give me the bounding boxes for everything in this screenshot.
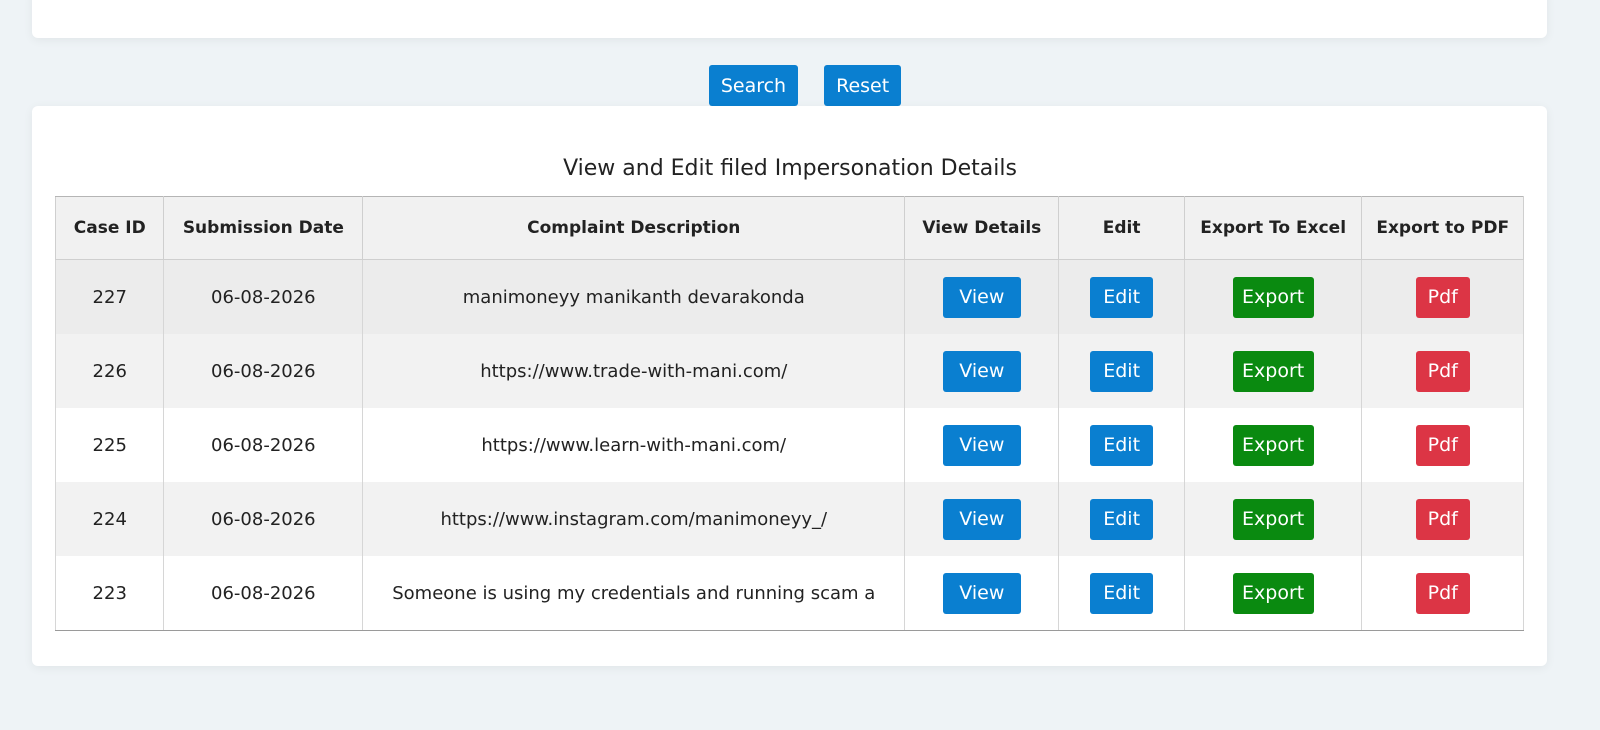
view-cell: View	[904, 334, 1060, 408]
view-button[interactable]: View	[942, 276, 1021, 318]
edit-cell: Edit	[1058, 259, 1185, 334]
table-row: 226 06-08-2026 https://www.trade-with-ma…	[54, 334, 1524, 408]
export-cell: Export	[1183, 482, 1363, 556]
pdf-cell: Pdf	[1361, 482, 1524, 556]
export-cell: Export	[1183, 334, 1363, 408]
description-cell: manimoneyy manikanth devarakonda	[362, 259, 906, 334]
edit-cell: Edit	[1058, 334, 1185, 408]
table-row: 225 06-08-2026 https://www.learn-with-ma…	[54, 408, 1524, 482]
export-pdf-button[interactable]: Pdf	[1415, 424, 1470, 466]
header-view-details: View Details	[904, 196, 1060, 260]
export-excel-button[interactable]: Export	[1232, 276, 1314, 318]
view-cell: View	[904, 408, 1060, 482]
submission-date-cell: 06-08-2026	[163, 556, 364, 631]
header-complaint-description: Complaint Description	[362, 196, 906, 260]
view-button[interactable]: View	[942, 424, 1021, 466]
export-cell: Export	[1183, 408, 1363, 482]
reset-button[interactable]: Reset	[824, 65, 902, 106]
view-button[interactable]: View	[942, 350, 1021, 392]
export-excel-button[interactable]: Export	[1232, 498, 1314, 540]
edit-button[interactable]: Edit	[1090, 424, 1154, 466]
case-id-cell: 224	[54, 482, 165, 556]
submission-date-cell: 06-08-2026	[163, 334, 364, 408]
edit-cell: Edit	[1058, 556, 1185, 631]
edit-button[interactable]: Edit	[1090, 498, 1154, 540]
edit-cell: Edit	[1058, 482, 1185, 556]
case-id-cell: 225	[54, 408, 165, 482]
pdf-cell: Pdf	[1361, 259, 1524, 334]
submission-date-cell: 06-08-2026	[163, 408, 364, 482]
header-case-id: Case ID	[54, 196, 165, 260]
complaints-table: Case ID Submission Date Complaint Descri…	[54, 196, 1524, 631]
export-excel-button[interactable]: Export	[1232, 350, 1314, 392]
view-cell: View	[904, 556, 1060, 631]
edit-button[interactable]: Edit	[1090, 350, 1154, 392]
header-submission-date: Submission Date	[163, 196, 364, 260]
view-cell: View	[904, 482, 1060, 556]
case-id-cell: 227	[54, 259, 165, 334]
edit-button[interactable]: Edit	[1090, 276, 1154, 318]
description-cell: https://www.learn-with-mani.com/	[362, 408, 906, 482]
export-excel-button[interactable]: Export	[1232, 572, 1314, 614]
table-row: 227 06-08-2026 manimoneyy manikanth deva…	[54, 259, 1524, 334]
export-cell: Export	[1183, 259, 1363, 334]
pdf-cell: Pdf	[1361, 408, 1524, 482]
export-pdf-button[interactable]: Pdf	[1415, 350, 1470, 392]
case-id-cell: 226	[54, 334, 165, 408]
export-pdf-button[interactable]: Pdf	[1415, 276, 1470, 318]
edit-cell: Edit	[1058, 408, 1185, 482]
export-pdf-button[interactable]: Pdf	[1415, 498, 1470, 540]
case-id-cell: 223	[54, 556, 165, 631]
export-cell: Export	[1183, 556, 1363, 631]
filter-card	[32, 0, 1547, 38]
view-cell: View	[904, 259, 1060, 334]
table-row: 223 06-08-2026 Someone is using my crede…	[54, 556, 1524, 631]
pdf-cell: Pdf	[1361, 334, 1524, 408]
table-title: View and Edit filed Impersonation Detail…	[563, 156, 1017, 181]
search-actions: Search Reset	[0, 65, 1600, 106]
header-export-excel: Export To Excel	[1183, 196, 1363, 260]
header-edit: Edit	[1058, 196, 1185, 260]
view-button[interactable]: View	[942, 572, 1021, 614]
description-cell: https://www.instagram.com/manimoneyy_/	[362, 482, 906, 556]
export-excel-button[interactable]: Export	[1232, 424, 1314, 466]
search-button[interactable]: Search	[708, 65, 799, 106]
description-cell: Someone is using my credentials and runn…	[362, 556, 906, 631]
submission-date-cell: 06-08-2026	[163, 482, 364, 556]
table-row: 224 06-08-2026 https://www.instagram.com…	[54, 482, 1524, 556]
header-export-pdf: Export to PDF	[1361, 196, 1524, 260]
pdf-cell: Pdf	[1361, 556, 1524, 631]
export-pdf-button[interactable]: Pdf	[1415, 572, 1470, 614]
table-header-row: Case ID Submission Date Complaint Descri…	[54, 196, 1524, 260]
edit-button[interactable]: Edit	[1090, 572, 1154, 614]
view-button[interactable]: View	[942, 498, 1021, 540]
description-cell: https://www.trade-with-mani.com/	[362, 334, 906, 408]
submission-date-cell: 06-08-2026	[163, 259, 364, 334]
